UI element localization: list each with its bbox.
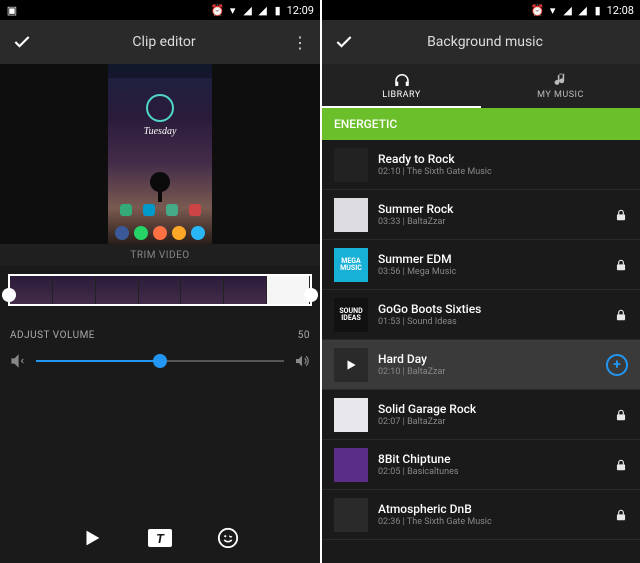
- tree-icon: [142, 168, 178, 204]
- tab-library[interactable]: LIBRARY: [322, 64, 481, 108]
- signal-icon: ◢: [242, 4, 254, 16]
- clock-text: 12:08: [607, 4, 634, 17]
- trim-handle-start[interactable]: [2, 288, 16, 302]
- emoji-button[interactable]: [217, 527, 239, 549]
- signal-icon: ◢: [257, 4, 269, 16]
- mute-icon[interactable]: [10, 353, 26, 369]
- page-title: Background music: [362, 34, 608, 50]
- track-title: Solid Garage Rock: [378, 402, 604, 416]
- track-subtitle: 03:56 | Mega Music: [378, 267, 604, 277]
- confirm-button[interactable]: [334, 32, 354, 52]
- category-header[interactable]: ENERGETIC: [322, 108, 640, 140]
- text-button[interactable]: T: [147, 528, 173, 548]
- lock-icon: [614, 458, 628, 472]
- track-row[interactable]: Atmospheric DnB02:36 | The Sixth Gate Mu…: [322, 490, 640, 540]
- signal-icon: ◢: [577, 4, 589, 16]
- battery-icon: ▮: [272, 4, 284, 16]
- track-row[interactable]: SOUND IDEAS GoGo Boots Sixties01:53 | Sou…: [322, 290, 640, 340]
- track-title: Ready to Rock: [378, 152, 628, 166]
- tab-label: MY MUSIC: [537, 90, 584, 100]
- wifi-icon: ▾: [547, 4, 559, 16]
- volume-value: 50: [298, 330, 310, 341]
- status-bar: ⏰ ▾ ◢ ◢ ▮ 12:08: [322, 0, 640, 20]
- lock-icon: [614, 508, 628, 522]
- album-art: [334, 198, 368, 232]
- track-subtitle: 02:05 | Basicaltunes: [378, 467, 604, 477]
- track-title: Atmospheric DnB: [378, 502, 604, 516]
- volume-slider[interactable]: [0, 347, 320, 375]
- track-title: GoGo Boots Sixties: [378, 302, 604, 316]
- status-bar: ▣ ⏰ ▾ ◢ ◢ ▮ 12:09: [0, 0, 320, 20]
- widget-clock-icon: [146, 94, 174, 122]
- lock-icon: [614, 258, 628, 272]
- app-bar: Background music: [322, 20, 640, 64]
- track-row[interactable]: Ready to Rock02:10 | The Sixth Gate Musi…: [322, 140, 640, 190]
- trim-handle-end[interactable]: [304, 288, 318, 302]
- background-music-screen: ⏰ ▾ ◢ ◢ ▮ 12:08 Background music LIBRARY…: [320, 0, 640, 563]
- track-subtitle: 02:10 | BaltaZzar: [378, 367, 596, 377]
- track-row[interactable]: Hard Day02:10 | BaltaZzar +: [322, 340, 640, 390]
- track-row[interactable]: 8Bit Chiptune02:05 | Basicaltunes: [322, 440, 640, 490]
- preview-frame: Tuesday: [108, 64, 212, 244]
- volume-up-icon[interactable]: [294, 353, 310, 369]
- track-list: Ready to Rock02:10 | The Sixth Gate Musi…: [322, 140, 640, 540]
- tab-bar: LIBRARY MY MUSIC: [322, 64, 640, 108]
- lock-icon: [614, 408, 628, 422]
- album-art: [334, 448, 368, 482]
- track-subtitle: 02:36 | The Sixth Gate Music: [378, 517, 604, 527]
- album-art: [334, 498, 368, 532]
- tab-indicator: [322, 106, 481, 108]
- bottom-toolbar: T: [0, 513, 320, 563]
- lock-icon: [614, 308, 628, 322]
- add-track-button[interactable]: +: [606, 354, 628, 376]
- track-title: Summer EDM: [378, 252, 604, 266]
- tab-my-music[interactable]: MY MUSIC: [481, 64, 640, 108]
- widget-day: Tuesday: [108, 126, 212, 137]
- album-art: [334, 398, 368, 432]
- app-bar: Clip editor ⋮: [0, 20, 320, 64]
- track-subtitle: 02:10 | The Sixth Gate Music: [378, 167, 628, 177]
- trim-label: TRIM VIDEO: [0, 244, 320, 266]
- video-preview[interactable]: Tuesday: [0, 64, 320, 244]
- play-icon: [334, 348, 368, 382]
- track-subtitle: 03:33 | BaltaZzar: [378, 217, 604, 227]
- lock-icon: [614, 208, 628, 222]
- track-title: 8Bit Chiptune: [378, 452, 604, 466]
- signal-icon: ◢: [562, 4, 574, 16]
- album-art: SOUND IDEAS: [334, 298, 368, 332]
- track-row[interactable]: Solid Garage Rock02:07 | BaltaZzar: [322, 390, 640, 440]
- clip-editor-screen: ▣ ⏰ ▾ ◢ ◢ ▮ 12:09 Clip editor ⋮ Tuesday …: [0, 0, 320, 563]
- track-title: Hard Day: [378, 352, 596, 366]
- volume-label: ADJUST VOLUME: [10, 330, 95, 341]
- alarm-icon: ⏰: [532, 4, 544, 16]
- album-art: MEGA MUSIC: [334, 248, 368, 282]
- wifi-icon: ▾: [227, 4, 239, 16]
- slider-thumb[interactable]: [153, 354, 167, 368]
- music-note-icon: [554, 72, 568, 88]
- play-button[interactable]: [81, 527, 103, 549]
- image-icon: ▣: [6, 4, 18, 16]
- track-row[interactable]: Summer Rock03:33 | BaltaZzar: [322, 190, 640, 240]
- album-art: [334, 148, 368, 182]
- page-title: Clip editor: [40, 34, 288, 50]
- alarm-icon: ⏰: [212, 4, 224, 16]
- tab-label: LIBRARY: [382, 90, 421, 100]
- confirm-button[interactable]: [12, 32, 32, 52]
- track-row[interactable]: MEGA MUSIC Summer EDM03:56 | Mega Music: [322, 240, 640, 290]
- headphones-icon: [393, 72, 411, 88]
- battery-icon: ▮: [592, 4, 604, 16]
- track-subtitle: 01:53 | Sound Ideas: [378, 317, 604, 327]
- track-subtitle: 02:07 | BaltaZzar: [378, 417, 604, 427]
- track-title: Summer Rock: [378, 202, 604, 216]
- svg-text:T: T: [156, 532, 165, 547]
- trim-timeline[interactable]: [0, 266, 320, 316]
- clock-text: 12:09: [287, 4, 314, 17]
- more-button[interactable]: ⋮: [288, 33, 308, 52]
